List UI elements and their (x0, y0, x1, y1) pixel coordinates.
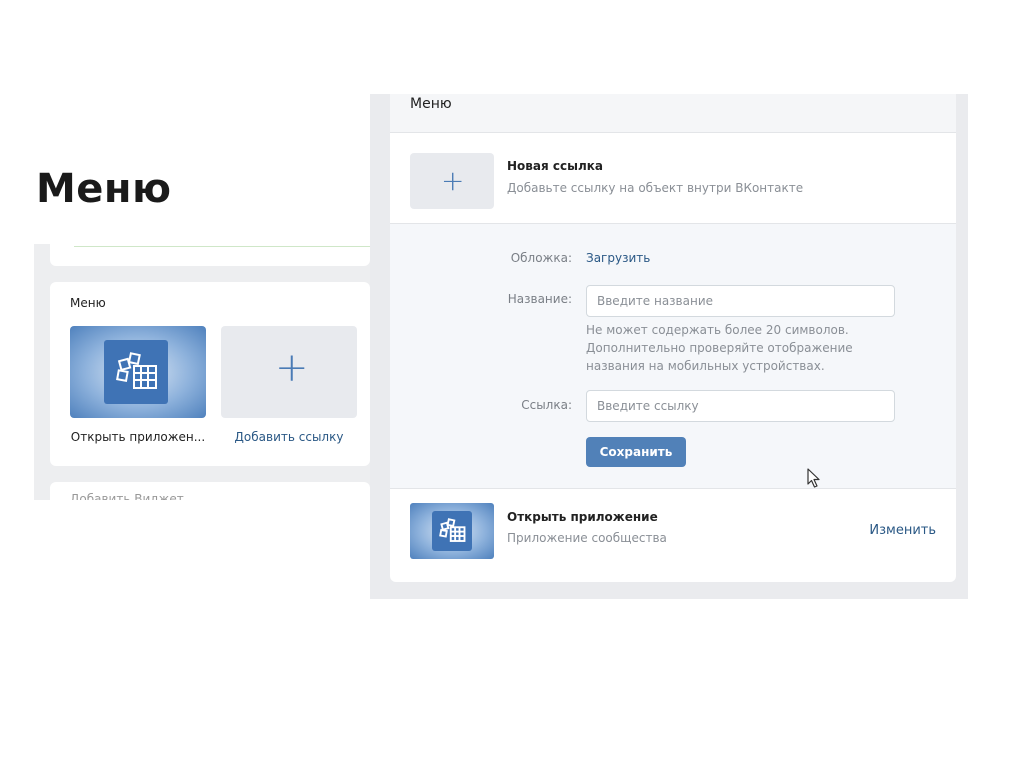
add-link-caption[interactable]: Добавить ссылку (221, 430, 357, 444)
menu-editor-panel: Меню + Новая ссылка Добавьте ссылку на о… (370, 94, 968, 599)
new-link-title: Новая ссылка (507, 159, 603, 173)
name-hint: Не может содержать более 20 символов. До… (586, 323, 853, 373)
cover-label: Обложка: (510, 251, 572, 265)
menu-editor-header: Меню (390, 94, 956, 133)
menu-item-open-app: Открыть приложение Приложение сообщества… (390, 489, 956, 582)
save-button[interactable]: Сохранить (586, 437, 686, 467)
name-input[interactable] (586, 285, 895, 317)
add-link-tile[interactable]: + (221, 326, 357, 418)
new-link-subtitle: Добавьте ссылку на объект внутри ВКонтак… (507, 181, 804, 195)
open-app-caption: Открыть приложен... (70, 430, 206, 444)
menu-card-label: Меню (70, 296, 106, 310)
new-link-row[interactable]: + Новая ссылка Добавьте ссылку на объект… (390, 133, 956, 224)
open-app-tile[interactable] (70, 326, 206, 418)
open-app-subtitle: Приложение сообщества (507, 531, 667, 545)
plus-icon: + (441, 164, 465, 197)
progress-line (74, 246, 370, 247)
new-link-tile[interactable]: + (410, 153, 494, 209)
menu-editor-title: Меню (410, 96, 452, 112)
link-label: Ссылка: (521, 398, 572, 412)
link-input[interactable] (586, 390, 895, 422)
plus-icon: + (275, 345, 309, 391)
app-icon-square (104, 340, 168, 404)
new-link-form: Обложка: Загрузить Название: Не может со… (390, 224, 956, 489)
menu-editor-card: Меню + Новая ссылка Добавьте ссылку на о… (390, 94, 956, 582)
next-section-label: Добавить Виджет (70, 492, 184, 500)
slide-title: Меню (36, 166, 172, 212)
upload-cover-link[interactable]: Загрузить (586, 251, 650, 265)
menu-preview-panel: Меню Открыть приложен... + Добавить ссыл… (34, 244, 370, 500)
app-icon-square (432, 511, 472, 551)
name-label: Название: (507, 292, 572, 306)
menu-card: Меню Открыть приложен... + Добавить ссыл… (50, 282, 370, 466)
edit-link[interactable]: Изменить (869, 523, 936, 538)
apps-grid-icon (439, 518, 466, 542)
next-section-card: Добавить Виджет (50, 482, 370, 500)
open-app-title: Открыть приложение (507, 510, 658, 524)
open-app-thumbnail (410, 503, 494, 559)
apps-grid-icon (116, 352, 157, 389)
mouse-cursor-icon (807, 468, 820, 488)
previous-section-card (50, 244, 370, 266)
